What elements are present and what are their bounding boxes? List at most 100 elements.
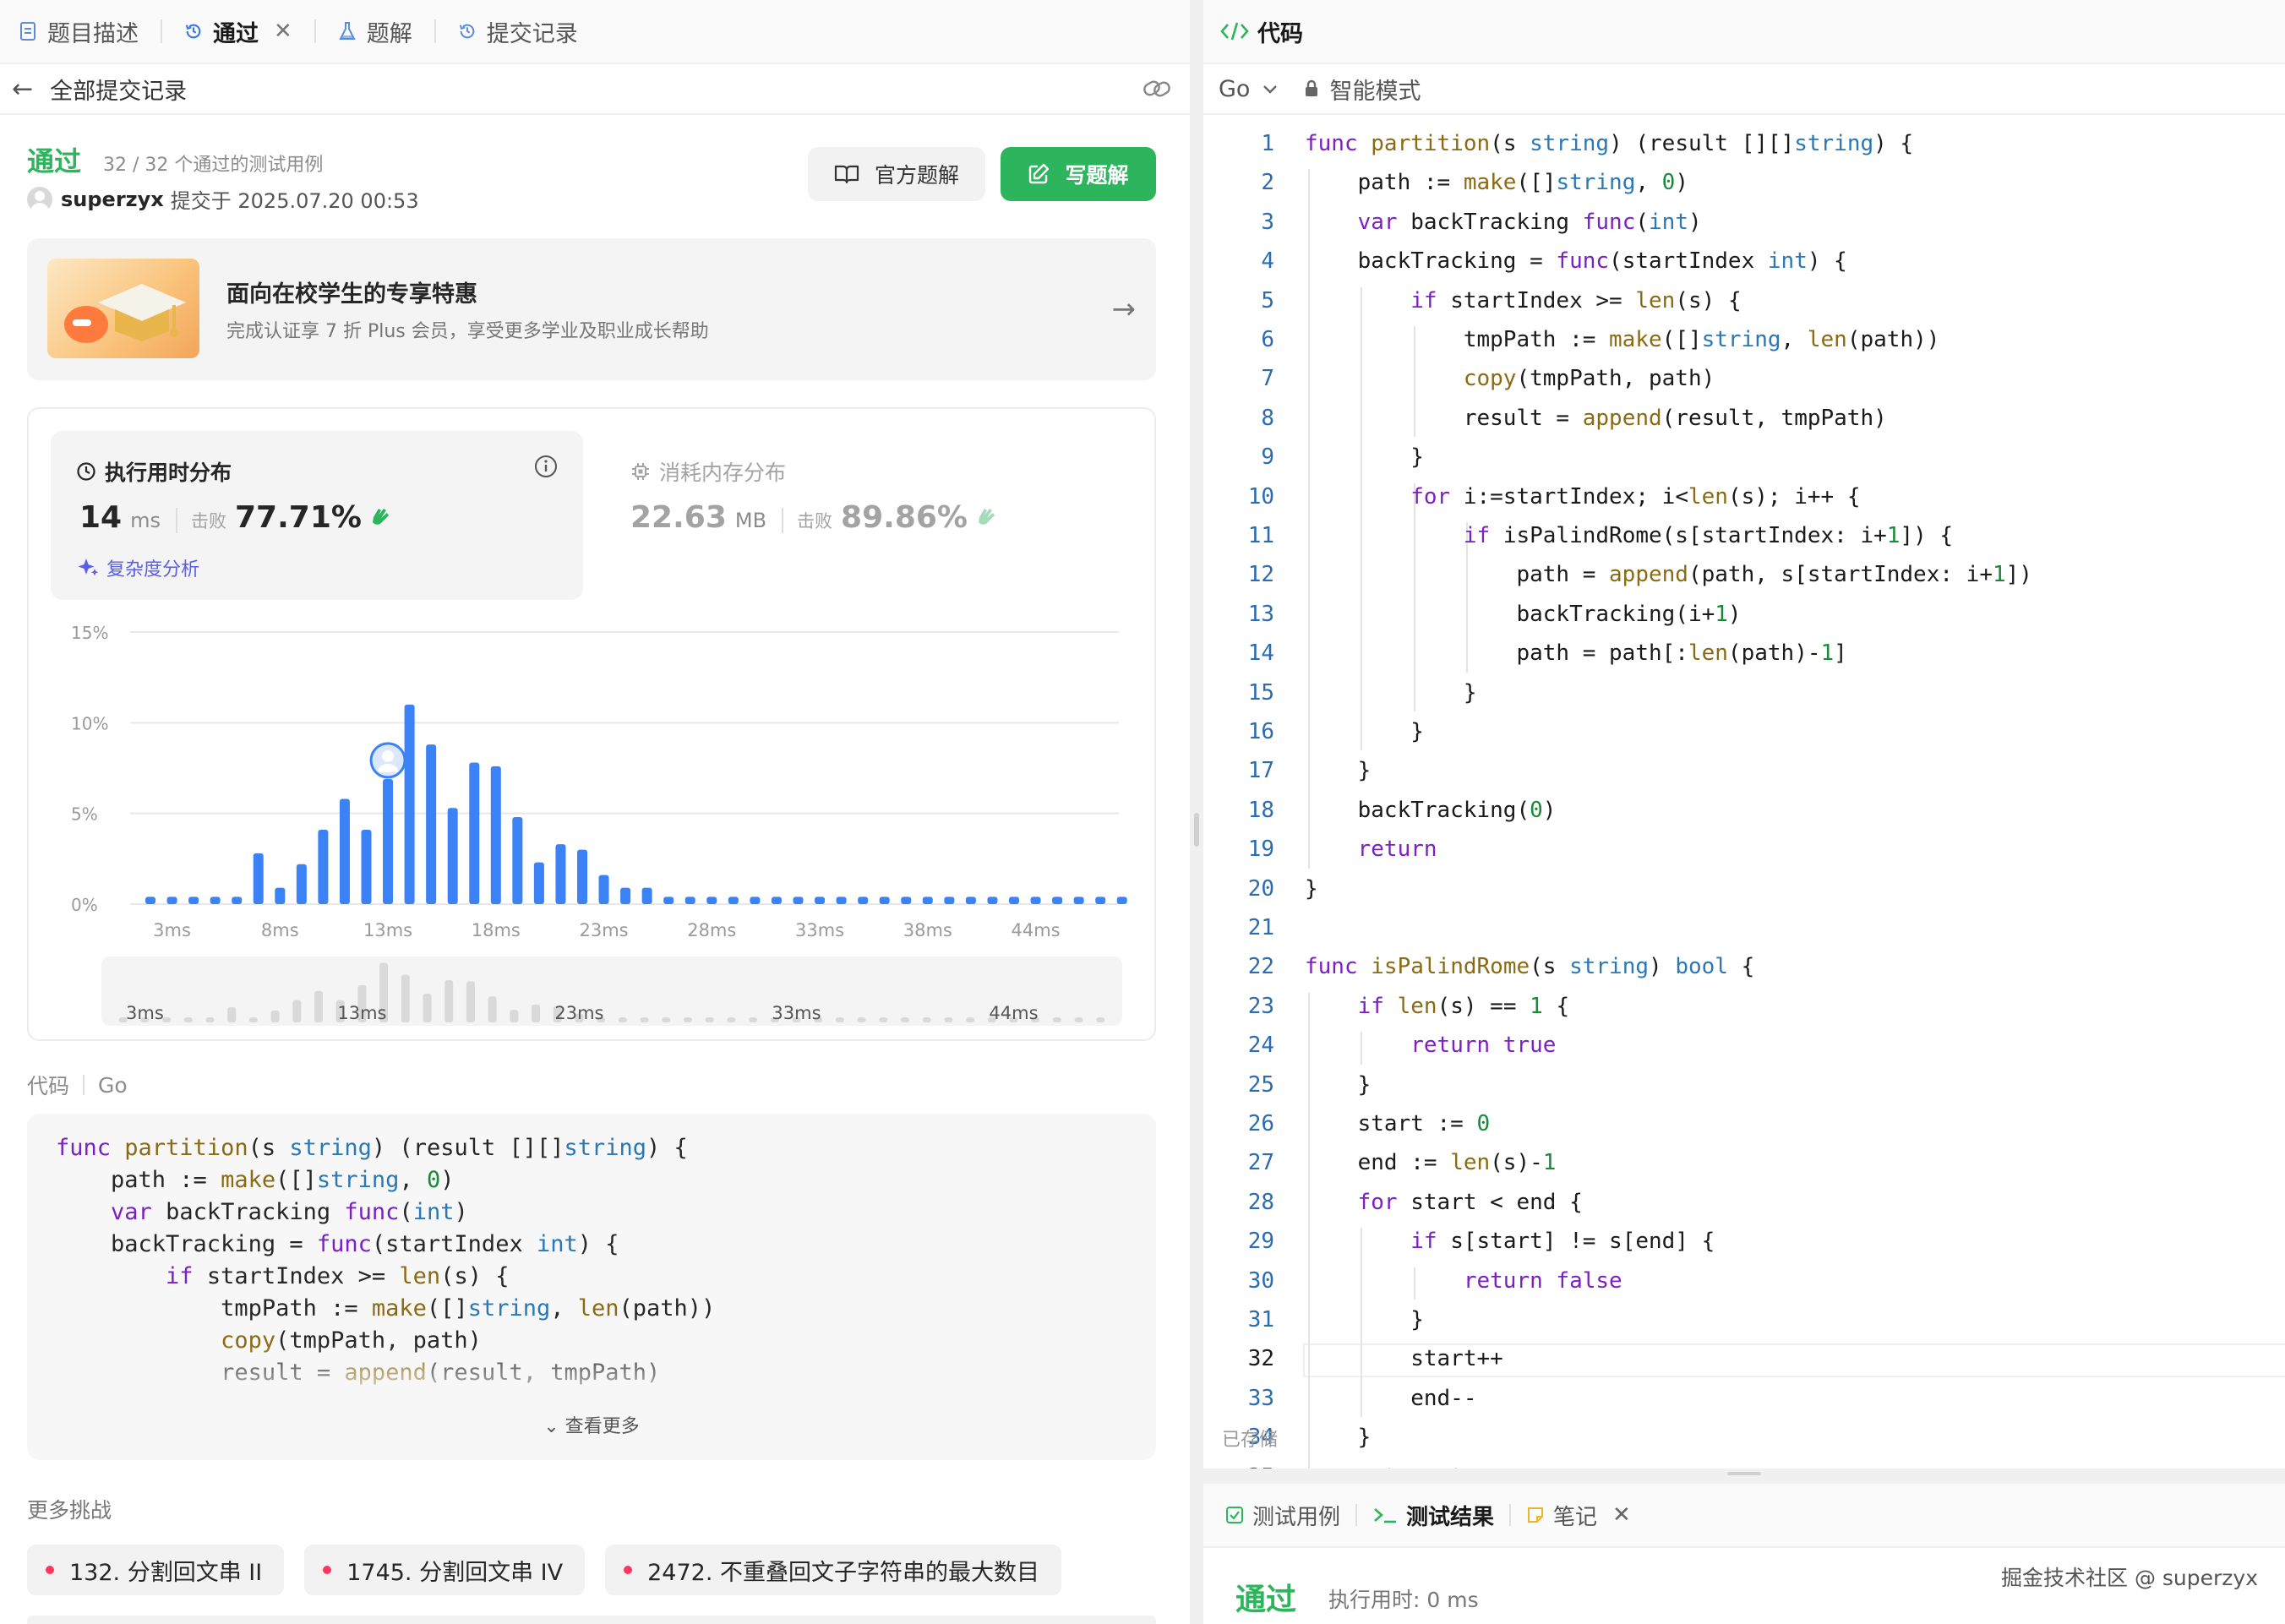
editor-tab-title[interactable]: 代码 xyxy=(1257,15,1303,48)
write-solution-button[interactable]: 写题解 xyxy=(1001,147,1156,201)
test-result-status: 通过 xyxy=(1235,1583,1297,1617)
panel-resize-handle[interactable] xyxy=(1190,0,1203,1624)
more-challenges-title: 更多挑战 xyxy=(27,1498,112,1523)
code-line[interactable]: return xyxy=(1305,832,1437,866)
memory-card[interactable]: 消耗内存分布 xyxy=(630,456,786,487)
chart-bar xyxy=(426,744,437,904)
runtime-distribution-chart[interactable]: 0% 5% 10% 15% 3ms 8ms 13ms 18ms 23ms 28ms 33ms 38ms… xyxy=(29,600,1158,1039)
show-more-button[interactable]: ⌄ 查看更多 xyxy=(27,1343,1156,1438)
code-preview-line: if startIndex >= len(s) { xyxy=(166,1263,510,1289)
document-icon xyxy=(19,20,37,42)
challenge-chip[interactable]: 132. 分割回文串 II xyxy=(27,1545,285,1595)
code-line[interactable]: end-- xyxy=(1305,1381,1476,1415)
code-line[interactable]: if startIndex >= len(s) { xyxy=(1305,284,1741,318)
code-line[interactable]: var backTracking func(int) xyxy=(1305,205,1702,239)
code-line[interactable]: } xyxy=(1305,715,1424,749)
code-line[interactable]: return false xyxy=(1305,1264,1622,1298)
line-number: 29 xyxy=(1247,1229,1274,1255)
tab-divider xyxy=(1509,1504,1512,1526)
line-number: 26 xyxy=(1247,1111,1274,1136)
chart-bar xyxy=(512,816,523,904)
runtime-value: 14 xyxy=(79,500,123,535)
code-line[interactable]: func isPalindRome(s string) bool { xyxy=(1305,950,1754,984)
code-line[interactable]: result = append(result, tmpPath) xyxy=(1305,401,1887,435)
language-select[interactable]: Go xyxy=(1219,76,1250,102)
close-icon[interactable]: ✕ xyxy=(274,19,292,44)
code-line[interactable]: } xyxy=(1305,1420,1372,1454)
chart-bar xyxy=(684,896,695,904)
drag-handle-icon[interactable] xyxy=(1727,1472,1761,1475)
code-line[interactable]: if len(s) == 1 { xyxy=(1305,989,1569,1023)
code-line[interactable]: if isPalindRome(s[startIndex: i+1]) { xyxy=(1305,519,1953,553)
chart-bar xyxy=(922,896,933,904)
chart-bar xyxy=(663,896,674,904)
x-tick-label: 3ms xyxy=(153,920,191,940)
tab-solutions[interactable]: 题解 xyxy=(338,0,412,63)
challenge-chip[interactable]: 2472. 不重叠回文子字符串的最大数目 xyxy=(605,1545,1062,1595)
author-name[interactable]: superzyx xyxy=(61,188,164,211)
official-solution-button[interactable]: 官方题解 xyxy=(808,147,985,201)
info-icon[interactable] xyxy=(534,455,558,482)
challenge-chip[interactable]: 1745. 分割回文串 IV xyxy=(304,1545,586,1595)
drag-handle-icon[interactable] xyxy=(1194,813,1199,847)
code-line[interactable]: backTracking(0) xyxy=(1305,793,1557,827)
code-line[interactable]: copy(tmpPath, path) xyxy=(1305,362,1715,395)
student-promo-banner[interactable]: 面向在校学生的专享特惠 完成认证享 7 折 Plus 会员，享受更多学业及职业成… xyxy=(27,238,1156,380)
arrow-right-icon[interactable]: → xyxy=(1112,292,1137,326)
code-line[interactable]: start++ xyxy=(1305,1342,1503,1376)
code-line[interactable]: end := len(s)-1 xyxy=(1305,1146,1557,1180)
code-line[interactable]: } xyxy=(1305,872,1318,906)
code-line[interactable]: for i:=startIndex; i<len(s); i++ { xyxy=(1305,480,1860,514)
code-line[interactable]: path := make([]string, 0) xyxy=(1305,166,1688,199)
code-line[interactable]: } xyxy=(1305,1068,1372,1102)
chart-bar xyxy=(901,896,912,904)
complexity-analysis-link[interactable]: 复杂度分析 xyxy=(78,554,199,581)
overview-bar xyxy=(727,1017,736,1022)
smart-mode-toggle[interactable]: 智能模式 xyxy=(1329,73,1421,106)
close-icon[interactable]: ✕ xyxy=(1612,1502,1631,1528)
line-number: 27 xyxy=(1247,1150,1274,1176)
code-line[interactable]: for start < end { xyxy=(1305,1185,1583,1219)
overview-tick-label: 23ms xyxy=(554,1003,603,1023)
code-line[interactable]: backTracking(i+1) xyxy=(1305,597,1741,631)
tab-submissions[interactable]: 提交记录 xyxy=(458,0,578,63)
challenge-title: 1745. 分割回文串 IV xyxy=(346,1559,564,1586)
avatar[interactable] xyxy=(27,186,52,212)
overview-bar xyxy=(944,1017,953,1022)
chart-overview-slider xyxy=(101,956,1122,1026)
more-challenges-list: 132. 分割回文串 II 1745. 分割回文串 IV 2472. 不重叠回文… xyxy=(27,1545,1082,1595)
runtime-unit: ms xyxy=(130,509,161,532)
line-number: 30 xyxy=(1247,1267,1274,1294)
chevron-down-icon[interactable] xyxy=(1262,83,1279,95)
code-line[interactable]: return true xyxy=(1305,1460,1503,1469)
back-arrow-icon[interactable]: ← xyxy=(12,74,33,104)
clock-icon xyxy=(76,461,96,482)
code-line[interactable]: path = path[:len(path)-1] xyxy=(1305,636,1846,670)
runtime-card[interactable]: 执行用时分布 14 ms 击败 77.71% 复杂度分析 xyxy=(51,431,583,600)
code-line[interactable]: tmpPath := make([]string, len(path)) xyxy=(1305,323,1940,357)
chart-bar xyxy=(275,887,286,904)
tab-description[interactable]: 题目描述 xyxy=(19,0,139,63)
code-line[interactable]: path = append(path, s[startIndex: i+1]) xyxy=(1305,558,2032,591)
tab-testcase[interactable]: 测试用例 xyxy=(1225,1500,1340,1531)
tab-accepted[interactable]: 通过 ✕ xyxy=(184,0,292,63)
code-line[interactable]: } xyxy=(1305,440,1424,474)
code-line[interactable]: backTracking = func(startIndex int) { xyxy=(1305,244,1847,278)
overview-bar xyxy=(857,1017,866,1022)
code-line[interactable]: func partition(s string) (result [][]str… xyxy=(1305,127,1913,161)
code-line[interactable]: return true xyxy=(1305,1028,1556,1062)
code-line[interactable]: } xyxy=(1305,1303,1424,1337)
tab-label: 测试结果 xyxy=(1406,1504,1495,1530)
overview-bar xyxy=(248,1017,258,1022)
y-tick-label: 5% xyxy=(71,804,98,825)
all-submissions-link[interactable]: 全部提交记录 xyxy=(50,73,187,106)
link-icon[interactable] xyxy=(1142,76,1171,101)
tab-notes[interactable]: 笔记 ✕ xyxy=(1526,1500,1631,1531)
code-editor[interactable]: 1 func partition(s string) (result [][]st… xyxy=(1203,127,2285,1469)
tab-test-result[interactable]: 测试结果 xyxy=(1372,1500,1494,1531)
code-line[interactable]: } xyxy=(1305,676,1477,710)
code-line[interactable]: } xyxy=(1305,754,1372,787)
code-line[interactable]: if s[start] != s[end] { xyxy=(1305,1224,1715,1258)
code-line[interactable]: start := 0 xyxy=(1305,1107,1491,1141)
overview-tick-label: 33ms xyxy=(772,1003,821,1023)
